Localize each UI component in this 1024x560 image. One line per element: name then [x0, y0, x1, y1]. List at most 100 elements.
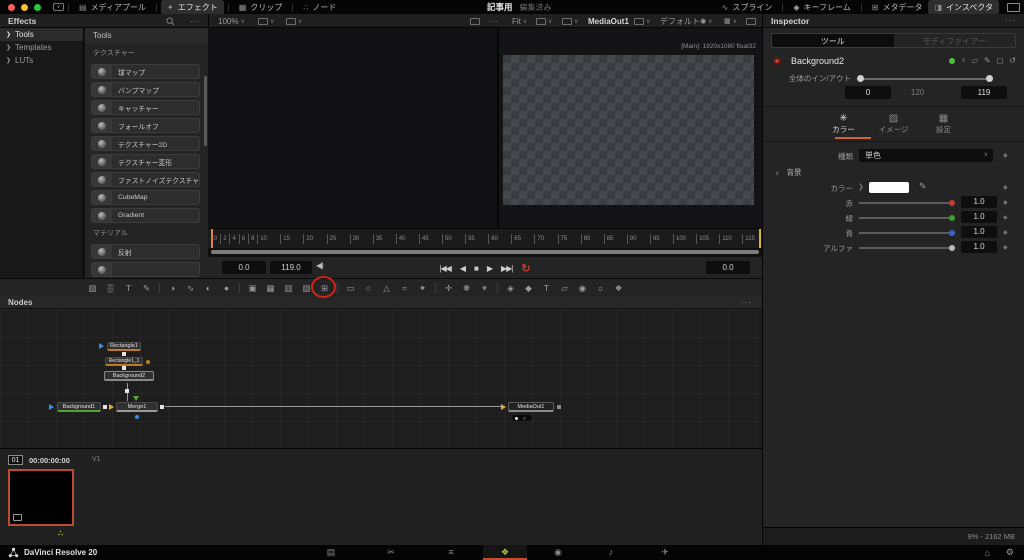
node-color-dot-icon[interactable] [949, 58, 955, 64]
merge-3d-icon[interactable]: ◈ [504, 282, 517, 294]
effects-button[interactable]: ✦ エフェクト [161, 0, 224, 15]
channel-slider[interactable] [859, 202, 951, 204]
inspector-more-icon[interactable]: ··· [1005, 16, 1016, 25]
slider-handle[interactable] [949, 230, 955, 236]
keyframe-icon[interactable]: ◆ [1003, 214, 1008, 221]
paint-icon[interactable]: ✎ [140, 282, 153, 294]
node-enable-toggle[interactable] [773, 57, 781, 65]
play-button[interactable]: ▶ [487, 264, 492, 273]
keyframe-icon[interactable]: ◆ [1003, 152, 1008, 159]
right-viewer-fit-select[interactable]: Fit∨ [512, 14, 527, 28]
page-cut-button[interactable]: ✂ [376, 545, 406, 560]
clean-feed-icon[interactable] [1007, 3, 1020, 12]
node-background2[interactable]: Background2 [104, 371, 154, 381]
subtab-settings[interactable]: ▦設定 [927, 113, 961, 137]
clips-button[interactable]: ▦ クリップ [233, 0, 289, 15]
keyframe-icon[interactable]: ◆ [1003, 184, 1008, 191]
node-pin[interactable] [122, 352, 126, 356]
keyframe-icon[interactable]: ◆ [1003, 244, 1008, 251]
effects-options-icon[interactable]: ··· [190, 14, 201, 28]
text-icon[interactable]: T [122, 282, 135, 294]
tool-item[interactable]: バンプマップ [91, 82, 200, 97]
page-deliver-button[interactable]: ✈ [650, 545, 680, 560]
range-out-field[interactable]: 119.0 [270, 261, 312, 274]
current-frame-field[interactable]: 0.0 [706, 261, 750, 274]
left-viewer-more-icon[interactable]: ··· [488, 14, 499, 28]
planar-tracker-icon[interactable]: ❋ [460, 282, 473, 294]
page-fairlight-button[interactable]: ♪ [596, 545, 626, 560]
audio-mute-icon[interactable]: ◀) [316, 261, 323, 270]
mask-paint-icon[interactable]: ✦ [416, 282, 429, 294]
play-reverse-button[interactable]: ◀ [460, 264, 465, 273]
type-dropdown[interactable]: 単色 ∨ [859, 149, 993, 162]
playhead[interactable] [211, 229, 213, 249]
channel-value-field[interactable]: 1.0 [961, 226, 997, 238]
channel-value-field[interactable]: 1.0 [961, 196, 997, 208]
fast-noise-icon[interactable]: ▒ [104, 282, 117, 294]
close-window-icon[interactable] [8, 4, 15, 11]
tool-item[interactable]: CubeMap [91, 190, 200, 205]
node-graph[interactable]: Rectangle1 Rectangle1_1 Background2 Back… [0, 309, 762, 448]
sidebar-item-luts[interactable]: ❯ LUTs [0, 54, 83, 67]
global-in-out-slider[interactable] [859, 78, 991, 80]
viewer2-dot-icon[interactable] [523, 417, 526, 420]
range-start-field[interactable]: 0 [845, 86, 891, 99]
page-edit-button[interactable]: ≡ [436, 545, 466, 560]
page-fusion-button[interactable]: ❖ [483, 545, 527, 560]
channel-slider[interactable] [859, 232, 951, 234]
channel-slider[interactable] [859, 247, 951, 249]
viewer-grid-select[interactable]: ▦∨ [724, 14, 737, 28]
range-in-field[interactable]: 0.0 [222, 261, 266, 274]
matte-control-icon[interactable]: ▦ [264, 282, 277, 294]
shape-3d-icon[interactable]: ◆ [522, 282, 535, 294]
reset-icon[interactable]: ↺ [1009, 56, 1016, 65]
spot-light-3d-icon[interactable]: ☼ [594, 282, 607, 294]
inspector-button[interactable]: ◨ インスペクタ [928, 0, 999, 15]
keyframes-button[interactable]: ◆ キーフレーム [787, 0, 856, 15]
keyframe-icon[interactable]: ◆ [1003, 199, 1008, 206]
tab-tools[interactable]: ツール [772, 34, 894, 47]
node-merge1[interactable]: Merge1 [116, 402, 158, 412]
viewer-3d-select[interactable]: ◉∨ [700, 14, 713, 28]
brightness-contrast-icon[interactable]: ◐ [202, 282, 215, 294]
viewer-source-select[interactable]: ∨ [634, 14, 650, 28]
tool-item[interactable]: 球マップ [91, 64, 200, 79]
node-pin[interactable] [160, 405, 164, 409]
range-end-field[interactable]: 119 [961, 86, 1007, 99]
viewer-assign-buttons[interactable] [512, 415, 532, 421]
channel-value-field[interactable]: 1.0 [961, 241, 997, 253]
stop-button[interactable]: ■ [474, 264, 478, 273]
timeline-scrollbar[interactable] [211, 250, 759, 254]
tool-item[interactable]: Gradient [91, 208, 200, 223]
range-start-handle[interactable] [857, 75, 864, 82]
background-section-header[interactable]: ∨ 背景 [763, 166, 1024, 180]
node-rectangle1[interactable]: Rectangle1 [107, 342, 141, 351]
spline-button[interactable]: ∿ スプライン [716, 0, 779, 15]
node-pin[interactable] [125, 389, 129, 393]
loop-button[interactable]: ↻ [521, 262, 530, 275]
sidebar-item-templates[interactable]: ❯ Templates [0, 41, 83, 54]
chevron-down-icon[interactable]: ∨ [961, 57, 965, 64]
left-viewer-channel-select[interactable]: ∨ [258, 14, 274, 28]
tool-item[interactable]: テクスチャー変形 [91, 154, 200, 169]
bspline-mask-icon[interactable]: ≈ [398, 282, 411, 294]
merge-icon[interactable]: ▣ [246, 282, 259, 294]
left-viewer[interactable] [208, 28, 497, 228]
slider-handle[interactable] [949, 245, 955, 251]
tool-item[interactable]: フォールオフ [91, 118, 200, 133]
camera-3d-icon[interactable]: ◉ [576, 282, 589, 294]
background-icon[interactable]: ▨ [86, 282, 99, 294]
skip-start-button[interactable]: |◀◀ [439, 264, 450, 273]
slider-handle[interactable] [949, 200, 955, 206]
viewer1-dot-icon[interactable] [515, 417, 518, 420]
blur-icon[interactable]: ● [220, 282, 233, 294]
tools-scrollbar[interactable] [204, 76, 207, 146]
expander-icon[interactable]: ❯ [858, 183, 864, 191]
keyframe-icon[interactable]: ◆ [1003, 229, 1008, 236]
right-viewer[interactable]: [Main]: 1920x1080 float32 [499, 28, 762, 228]
lock-icon[interactable]: ◻ [997, 56, 1004, 65]
color-corrector-icon[interactable]: ◑ [166, 282, 179, 294]
node-pin[interactable] [557, 405, 561, 409]
tool-item[interactable]: 反射 [91, 244, 200, 259]
node-pin[interactable] [122, 366, 126, 370]
